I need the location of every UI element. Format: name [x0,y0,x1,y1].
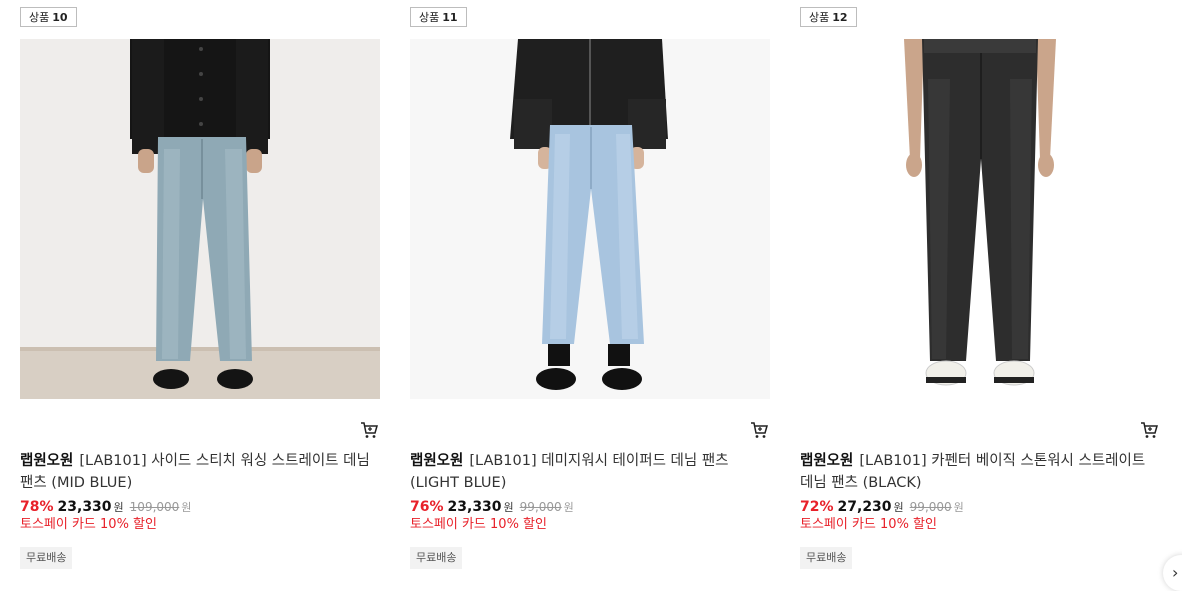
badge-number: 10 [52,11,68,24]
original-price: 99,000 [909,500,952,514]
original-price: 109,000 [129,500,180,514]
product-photo-light-blue-jeans [410,39,770,399]
free-shipping-badge: 무료배송 [800,547,853,569]
free-shipping-badge: 무료배송 [20,547,73,569]
product-image[interactable] [800,39,1160,399]
badge-label: 상품 [29,11,50,24]
product-title[interactable]: 랩원오원 [LAB101] 카펜터 베이직 스톤워시 스트레이트 데님 팬츠 (B… [800,450,1160,494]
discount-rate: 78% [20,499,54,515]
sale-price: 27,230 [837,499,892,515]
product-photo-black-jeans [800,39,1160,399]
badge-label: 상품 [809,11,830,24]
cart-icon[interactable] [750,421,768,439]
product-number-badge: 상품 11 [410,7,467,27]
original-price: 99,000 [519,500,562,514]
currency-unit: 원 [893,501,904,514]
original-currency-unit: 원 [181,501,192,514]
product-number-badge: 상품 12 [800,7,857,27]
product-number-badge: 상품 10 [20,7,77,27]
badge-label: 상품 [419,11,440,24]
sale-price: 23,330 [57,499,112,515]
carousel-next-button[interactable]: › [1163,555,1182,591]
currency-unit: 원 [113,501,124,514]
currency-unit: 원 [503,501,514,514]
free-shipping-badge: 무료배송 [410,547,463,569]
discount-rate: 76% [410,499,444,515]
original-currency-unit: 원 [953,501,964,514]
product-image[interactable] [410,39,770,399]
promo-text: 토스페이 카드 10% 할인 [410,517,547,532]
brand-name[interactable]: 랩원오원 [410,453,463,469]
promo-text: 토스페이 카드 10% 할인 [800,517,937,532]
original-currency-unit: 원 [563,501,574,514]
product-photo-mid-blue-jeans [20,39,380,399]
product-title[interactable]: 랩원오원 [LAB101] 데미지워시 테이퍼드 데님 팬츠 (LIGHT BLU… [410,450,770,494]
badge-number: 11 [442,11,458,24]
cart-icon[interactable] [360,421,378,439]
sale-price: 23,330 [447,499,502,515]
badge-number: 12 [832,11,848,24]
promo-text: 토스페이 카드 10% 할인 [20,517,157,532]
discount-rate: 72% [800,499,834,515]
product-title[interactable]: 랩원오원 [LAB101] 사이드 스티치 워싱 스트레이트 데님 팬츠 (MID… [20,450,380,494]
cart-icon[interactable] [1140,421,1158,439]
brand-name[interactable]: 랩원오원 [800,453,853,469]
product-image[interactable] [20,39,380,399]
brand-name[interactable]: 랩원오원 [20,453,73,469]
